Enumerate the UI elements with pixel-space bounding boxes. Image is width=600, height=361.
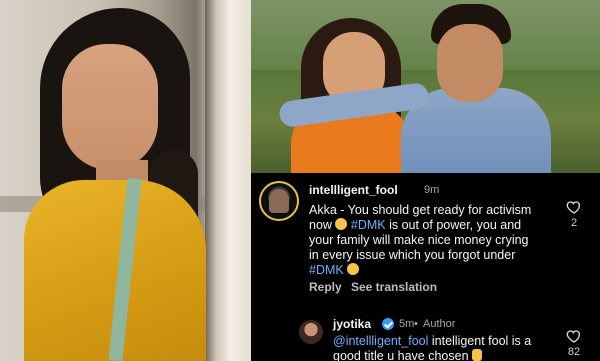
portrait-photo <box>0 0 251 361</box>
grinning-sweat-emoji-icon <box>347 263 360 275</box>
face <box>62 44 158 170</box>
reply-like-count: 82 <box>567 346 581 358</box>
reply-line-1: @intellligent_fool intelligent fool is a <box>333 334 565 349</box>
reply-line-2: good title u have chosen <box>333 349 565 361</box>
comment-line-5: #DMK <box>309 263 561 278</box>
reply-line-2-text: good title u have chosen <box>333 349 469 361</box>
reply-text: @intellligent_fool intelligent fool is a… <box>333 334 565 361</box>
mention-intellligent-fool[interactable]: @intellligent_fool <box>333 334 428 348</box>
comment-line-1: Akka - You should get ready for activism <box>309 203 532 217</box>
comment-line-2: now #DMK is out of power, you and <box>309 218 561 233</box>
door-frame <box>205 0 251 361</box>
heart-outline-icon[interactable] <box>566 199 582 215</box>
author-tag: Author <box>423 318 456 330</box>
hashtag-dmk-2[interactable]: #DMK <box>309 263 344 277</box>
comment-time: 9m <box>424 184 440 196</box>
pointing-up-emoji-icon <box>472 349 483 361</box>
heart-outline-icon[interactable] <box>566 328 582 344</box>
man-face <box>437 24 503 102</box>
comment-line-3: your family will make nice money crying <box>309 233 529 247</box>
reply-time: 5m <box>399 318 415 330</box>
author-avatar[interactable] <box>299 320 323 344</box>
reply-button[interactable]: Reply <box>309 280 342 294</box>
grinning-sweat-emoji-icon <box>335 218 348 230</box>
movie-still-photo <box>251 0 600 173</box>
hashtag-dmk[interactable]: #DMK <box>347 218 386 232</box>
comment-line-4: in every issue which you forgot under <box>309 248 516 262</box>
comment-text: Akka - You should get ready for activism… <box>309 203 561 278</box>
see-translation-button[interactable]: See translation <box>351 280 437 294</box>
comment-like-count: 2 <box>570 217 578 229</box>
comment-line-2-start: now <box>309 218 336 232</box>
reply-separator: • <box>414 318 418 330</box>
verified-badge-icon <box>382 318 394 330</box>
comments-panel: intellligent_fool 9m Akka - You should g… <box>251 173 600 361</box>
commenter-avatar[interactable] <box>259 181 299 221</box>
reply-username[interactable]: jyotika <box>333 317 371 331</box>
comment-line-2-end: is out of power, you and <box>385 218 522 232</box>
comment-username[interactable]: intellligent_fool <box>309 183 398 197</box>
reply-line-1-rest: intelligent fool is a <box>428 334 532 348</box>
